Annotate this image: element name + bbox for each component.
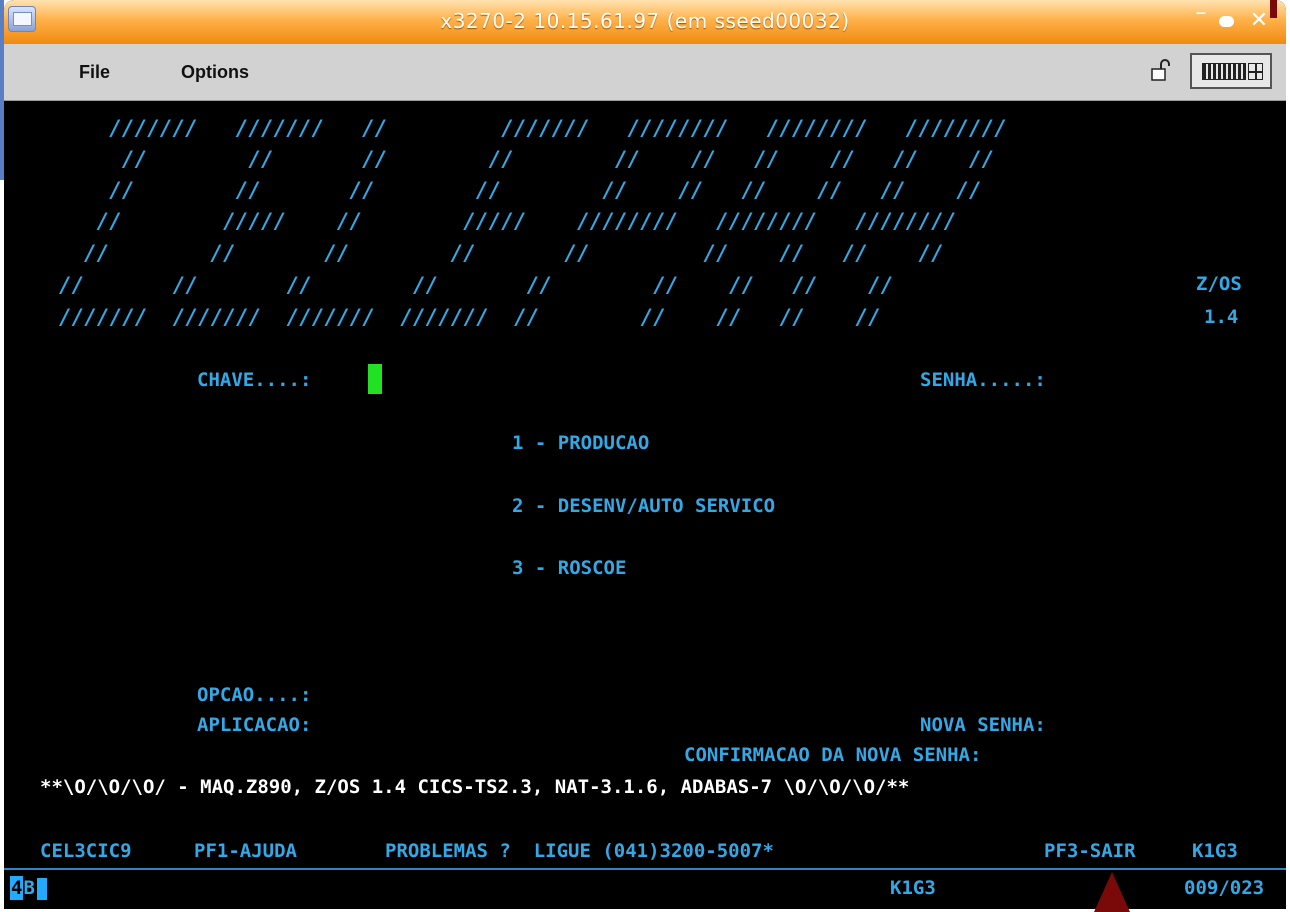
logo-row: // ///// // ///// //////// //////// ////… [84,209,957,233]
option-roscoe: 3 - ROSCOE [512,557,627,579]
os-version: 1.4 [1204,306,1239,328]
logo-row: // // // // // // // // // [84,241,944,265]
cursor-position: 009/023 [1184,877,1265,899]
support-phone: PROBLEMAS ? LIGUE (041)3200-5007* [385,840,774,862]
footer-node: K1G3 [1192,840,1238,862]
os-label: Z/OS [1196,273,1242,295]
logo-row: // // // // // // // // // // [84,178,982,202]
window-title: x3270-2 10.15.61.97 (em sseed00032) [440,9,850,33]
maximize-icon[interactable] [1216,10,1238,32]
annotation-mark [1270,0,1277,18]
keypad-icon[interactable] [1190,53,1272,89]
nova-senha-label: NOVA SENHA: [920,714,1046,736]
terminal-screen[interactable]: /////// /////// // /////// //////// ////… [4,101,1286,909]
senha-label: SENHA.....: [920,369,1046,391]
oia-indicator: 4B [10,876,47,900]
unlocked-lock-icon [1151,59,1170,81]
logo-row: /////// /////// /////// /////// // // //… [59,305,881,329]
minimize-icon[interactable]: ‾ [1190,10,1212,32]
aplicacao-label: APLICACAO: [197,714,312,736]
confirmacao-label: CONFIRMACAO DA NOVA SENHA: [684,744,982,766]
annotation-arrow [1094,872,1130,912]
opcao-label: OPCAO....: [197,684,312,706]
menu-bar: File Options [4,44,1286,101]
option-producao: 1 - PRODUCAO [512,432,650,454]
logo-row: /////// /////// // /////// //////// ////… [84,116,1007,140]
logo-row: // // // // // // // // // [59,273,894,297]
status-node: K1G3 [890,877,936,899]
option-desenv: 2 - DESENV/AUTO SERVICO [512,495,776,517]
title-bar[interactable]: x3270-2 10.15.61.97 (em sseed00032) ‾ ✕ [4,0,1286,44]
x3270-window: x3270-2 10.15.61.97 (em sseed00032) ‾ ✕ … [4,0,1286,909]
system-banner: **\O/\O/\O/ - MAQ.Z890, Z/OS 1.4 CICS-TS… [40,776,910,798]
menu-options[interactable]: Options [181,62,249,83]
pf1-help: PF1-AJUDA [194,840,297,862]
oia-4: 4 [10,876,24,900]
chave-label: CHAVE....: [197,369,312,391]
menu-file[interactable]: File [79,62,110,83]
oia-cursor [36,877,47,900]
oia-b: B [23,877,35,899]
oia-divider [4,868,1286,870]
logo-row: // // // // // // // // // // [84,147,995,171]
close-icon[interactable]: ✕ [1248,10,1270,32]
chave-input[interactable] [368,364,382,394]
pf3-exit: PF3-SAIR [1044,840,1136,862]
terminal-id: CEL3CIC9 [40,840,132,862]
